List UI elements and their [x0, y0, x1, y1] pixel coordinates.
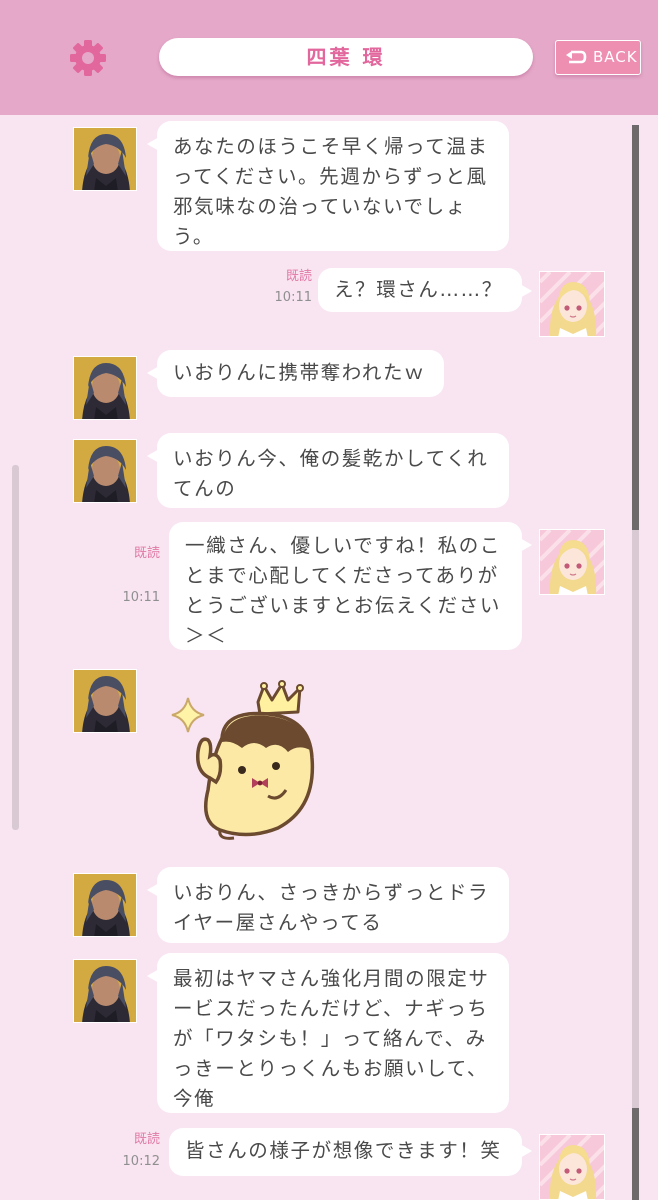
- right-scrollbar-thumb[interactable]: [632, 125, 639, 530]
- tamaki-avatar[interactable]: [73, 669, 137, 733]
- timestamp: 10:11: [122, 590, 160, 605]
- timestamp: 10:12: [122, 1154, 160, 1169]
- tamaki-avatar[interactable]: [73, 127, 137, 191]
- message-bubble: 一織さん、優しいですね！私のことまで心配してくださってありがとうございますとお伝…: [169, 522, 532, 650]
- back-label: BACK: [593, 48, 638, 66]
- message-bubble: いおりん今、俺の髪乾かしてくれてんの: [147, 433, 509, 508]
- user-avatar[interactable]: [539, 529, 605, 595]
- return-arrow-icon: [566, 50, 587, 64]
- message-bubble: え？環さん……？: [318, 268, 532, 312]
- user-avatar[interactable]: [539, 271, 605, 337]
- tamaki-avatar[interactable]: [73, 356, 137, 420]
- right-scrollbar-thumb-lower[interactable]: [632, 1108, 639, 1200]
- message-bubble: 皆さんの様子が想像できます！笑: [169, 1128, 532, 1176]
- message-bubble: いおりん、さっきからずっとドライヤー屋さんやってる: [147, 867, 509, 943]
- tamaki-avatar[interactable]: [73, 873, 137, 937]
- message-bubble: 最初はヤマさん強化月間の限定サービスだったんだけど、ナギっちが「ワタシも！」って…: [147, 953, 509, 1113]
- chat-header: 四葉 環 BACK: [0, 0, 658, 115]
- tamaki-avatar[interactable]: [73, 439, 137, 503]
- tamaki-avatar[interactable]: [73, 959, 137, 1023]
- back-button[interactable]: BACK: [555, 40, 641, 75]
- message-bubble: あなたのほうこそ早く帰って温まってください。先週からずっと風邪気味なの治っていな…: [147, 121, 509, 251]
- message-bubble: いおりんに携帯奪われたｗ: [147, 350, 444, 397]
- read-receipt: 既読: [133, 1132, 160, 1147]
- gear-icon[interactable]: [68, 38, 108, 78]
- user-avatar[interactable]: [539, 1134, 605, 1200]
- timestamp: 10:11: [274, 290, 312, 305]
- chat-title: 四葉 環: [159, 38, 533, 76]
- king-pudding-sticker: [160, 678, 322, 840]
- read-receipt: 既読: [133, 546, 160, 561]
- read-receipt: 既読: [285, 269, 312, 284]
- left-scrollbar[interactable]: [12, 465, 19, 830]
